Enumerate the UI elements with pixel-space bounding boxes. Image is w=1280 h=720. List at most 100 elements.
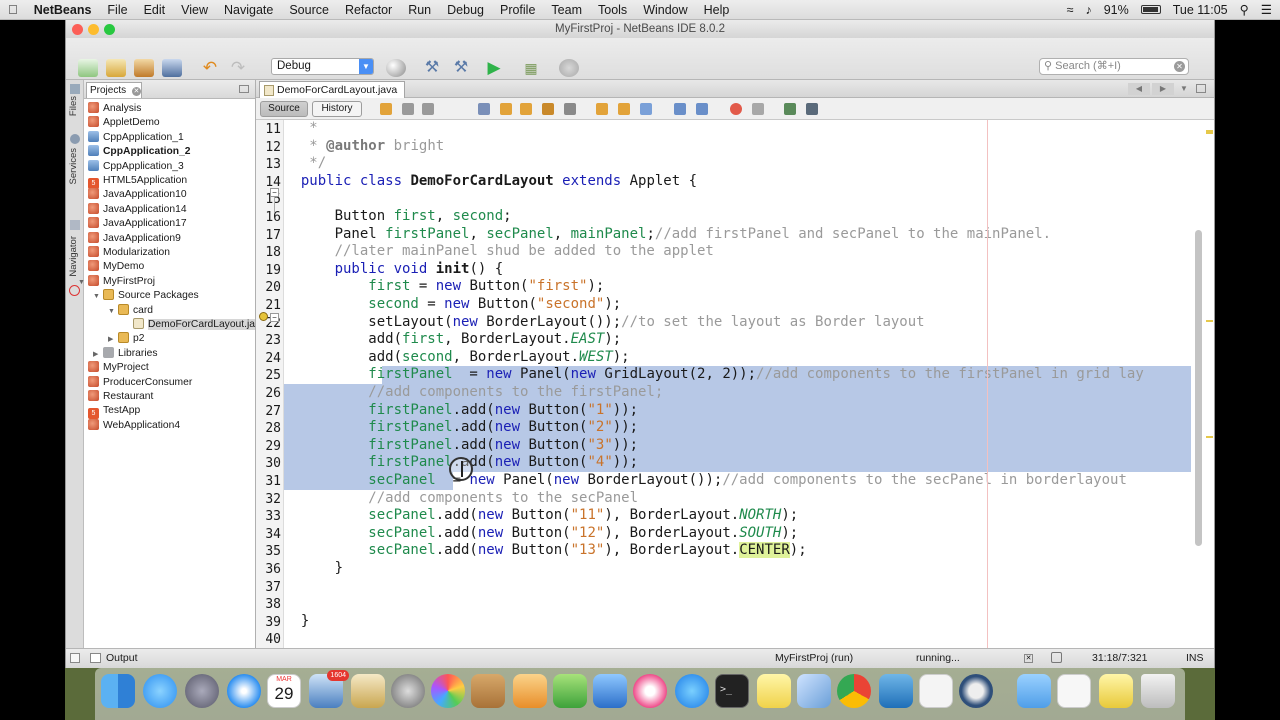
menu-navigate[interactable]: Navigate xyxy=(216,3,281,17)
code-line[interactable]: //later mainPanel shud be added to the a… xyxy=(284,243,714,261)
project-tree-item[interactable]: Restaurant xyxy=(88,390,153,404)
preview-icon[interactable] xyxy=(351,674,385,708)
project-tree-item[interactable]: AppletDemo xyxy=(88,116,160,130)
redo-icon[interactable]: ↷ xyxy=(228,59,248,77)
code-area[interactable]: * * @author bright */ public class DemoF… xyxy=(284,120,1191,648)
notes-stack-icon[interactable] xyxy=(1099,674,1133,708)
run-icon[interactable]: ▶ xyxy=(484,59,504,77)
project-tree-item[interactable]: ▼ Source Packages xyxy=(93,289,199,303)
word-icon[interactable] xyxy=(879,674,913,708)
system-preferences-icon[interactable] xyxy=(391,674,425,708)
fold-toggle-icon[interactable]: − xyxy=(270,313,279,322)
previous-bookmark-icon[interactable] xyxy=(596,103,608,115)
services-icon[interactable] xyxy=(70,134,80,144)
virtualbox-icon[interactable] xyxy=(797,674,831,708)
terminal-icon[interactable]: >_ xyxy=(715,674,749,708)
project-tree-item[interactable]: JavaApplication17 xyxy=(88,217,187,231)
menu-team[interactable]: Team xyxy=(543,3,590,17)
project-tree-item[interactable]: WebApplication4 xyxy=(88,418,180,433)
close-tab-icon[interactable]: ✕ xyxy=(131,87,141,96)
fold-toggle-icon[interactable]: − xyxy=(270,188,279,197)
project-tree-item[interactable]: JavaApplication14 xyxy=(88,202,187,217)
minimize-window-button[interactable] xyxy=(88,24,99,35)
numbers-icon[interactable] xyxy=(553,674,587,708)
new-file-icon[interactable] xyxy=(78,59,98,77)
clean-build-icon[interactable]: ⚒ xyxy=(451,59,471,77)
itunes-icon[interactable] xyxy=(633,674,667,708)
menu-help[interactable]: Help xyxy=(696,3,738,17)
output-tab[interactable]: Output xyxy=(106,649,138,668)
project-tree-item[interactable]: Analysis xyxy=(88,102,141,116)
downloads-folder-icon[interactable] xyxy=(1017,674,1051,708)
project-tree-item[interactable]: MyDemo xyxy=(88,260,144,274)
code-line[interactable]: //add components to the secPanel xyxy=(284,490,638,508)
keynote-icon[interactable] xyxy=(593,674,627,708)
code-line[interactable]: firstPanel.add(new Button("2")); xyxy=(284,419,638,437)
project-tree-item[interactable]: 5 TestApp xyxy=(88,404,140,420)
navigator-tab[interactable]: Navigator xyxy=(68,236,79,277)
shift-right-icon[interactable] xyxy=(696,103,708,115)
find-selection-icon[interactable] xyxy=(478,103,490,115)
uncomment-icon[interactable] xyxy=(806,103,818,115)
debug-icon[interactable]: ▦ xyxy=(521,59,541,77)
project-tree-item[interactable]: ▶ Libraries xyxy=(93,346,158,361)
globe-icon[interactable] xyxy=(386,59,406,77)
code-line[interactable]: firstPanel.add(new Button("1")); xyxy=(284,402,638,420)
cancel-task-icon[interactable]: ✕ xyxy=(1024,654,1033,663)
project-tree-item[interactable]: Modularization xyxy=(88,246,170,260)
start-macro-icon[interactable] xyxy=(730,103,742,115)
menu-window[interactable]: Window xyxy=(635,3,695,17)
project-tree-item[interactable]: MyProject xyxy=(88,361,149,375)
last-edit-icon[interactable] xyxy=(380,103,392,115)
open-project-icon[interactable] xyxy=(134,59,154,77)
code-line[interactable]: } xyxy=(284,613,309,631)
undo-icon[interactable]: ↶ xyxy=(200,59,220,77)
projects-tab[interactable]: Projects ✕ xyxy=(86,82,142,98)
code-line[interactable]: secPanel.add(new Button("13"), BorderLay… xyxy=(284,542,807,560)
toggle-highlight-icon[interactable] xyxy=(542,103,554,115)
files-icon[interactable] xyxy=(70,84,80,94)
code-line[interactable]: second = new Button("second"); xyxy=(284,296,621,314)
launchpad-icon[interactable] xyxy=(185,674,219,708)
navigator-icon[interactable] xyxy=(70,220,80,230)
menu-refactor[interactable]: Refactor xyxy=(337,3,400,17)
notes-icon[interactable] xyxy=(757,674,791,708)
menu-run[interactable]: Run xyxy=(400,3,439,17)
apple-icon[interactable]:  xyxy=(0,2,26,17)
menu-tools[interactable]: Tools xyxy=(590,3,635,17)
zoom-window-button[interactable] xyxy=(104,24,115,35)
editor-tab[interactable]: DemoForCardLayout.java ✕ xyxy=(259,81,405,112)
tree-expand-icon[interactable]: ▼ xyxy=(108,305,116,319)
find-next-icon[interactable] xyxy=(520,103,532,115)
java-icon[interactable] xyxy=(919,674,953,708)
quicktime-icon[interactable] xyxy=(959,674,993,708)
tree-expand-icon[interactable]: ▼ xyxy=(93,290,101,304)
photos-icon[interactable] xyxy=(431,674,465,708)
notification-center-icon[interactable]: ☰ xyxy=(1261,2,1272,17)
project-tree-item[interactable]: 5 HTML5Application xyxy=(88,174,187,189)
code-line[interactable]: * xyxy=(284,120,317,138)
menu-view[interactable]: View xyxy=(173,3,216,17)
code-line[interactable]: public class DemoForCardLayout extends A… xyxy=(284,173,697,191)
code-line[interactable]: setLayout(new BorderLayout());//to set t… xyxy=(284,314,924,332)
project-tree-item[interactable]: JavaApplication10 xyxy=(88,188,187,202)
menu-debug[interactable]: Debug xyxy=(439,3,492,17)
menu-edit[interactable]: Edit xyxy=(136,3,174,17)
menu-file[interactable]: File xyxy=(99,3,135,17)
search-field[interactable]: ⚲ Search (⌘+I) ✕ xyxy=(1039,58,1189,75)
scroll-tabs-right-icon[interactable]: ▶ xyxy=(1152,83,1174,95)
tree-expand-icon[interactable]: ▼ xyxy=(78,276,86,290)
find-previous-icon[interactable] xyxy=(500,103,512,115)
tab-list-icon[interactable]: ▼ xyxy=(1177,83,1191,95)
spotlight-icon[interactable]: ⚲ xyxy=(1240,2,1249,17)
notifications-icon[interactable] xyxy=(1051,652,1062,663)
project-tree-item[interactable]: ▶ p2 xyxy=(108,332,144,346)
code-line[interactable]: add(second, BorderLayout.WEST); xyxy=(284,349,629,367)
clear-search-icon[interactable]: ✕ xyxy=(1174,61,1185,72)
tree-expand-icon[interactable]: ▶ xyxy=(108,333,116,347)
volume-icon[interactable]: ♪ xyxy=(1085,3,1091,17)
back-icon[interactable] xyxy=(402,103,414,115)
toggle-rectangular-icon[interactable] xyxy=(564,103,576,115)
forward-icon[interactable] xyxy=(422,103,434,115)
scroll-tabs-left-icon[interactable]: ◀ xyxy=(1128,83,1150,95)
